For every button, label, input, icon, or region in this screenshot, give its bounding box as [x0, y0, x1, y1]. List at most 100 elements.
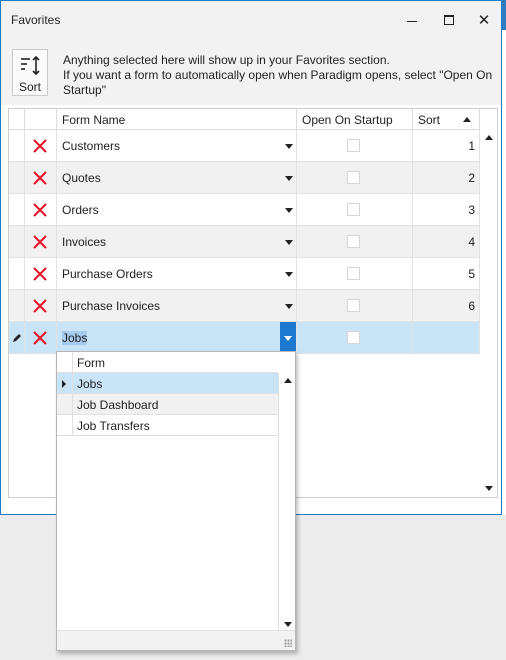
delete-icon	[33, 299, 47, 313]
form-name-cell[interactable]: Purchase Invoices	[57, 290, 297, 322]
delete-icon	[33, 139, 47, 153]
open-on-startup-checkbox[interactable]	[347, 139, 360, 152]
delete-column-header	[25, 109, 57, 130]
background-app-accent	[502, 0, 506, 30]
row-indicator[interactable]	[9, 322, 25, 354]
row-indicator[interactable]	[9, 226, 25, 258]
chevron-down-icon[interactable]	[285, 240, 293, 245]
form-name-value: Purchase Orders	[62, 267, 153, 281]
form-name-value: Orders	[62, 203, 99, 217]
row-indicator[interactable]	[9, 258, 25, 290]
open-on-startup-checkbox[interactable]	[347, 235, 360, 248]
scroll-up-icon[interactable]	[485, 135, 493, 140]
form-name-combobox[interactable]: Jobs	[57, 322, 297, 354]
delete-cell[interactable]	[25, 322, 57, 354]
delete-cell[interactable]	[25, 258, 57, 290]
sort-icon	[21, 55, 40, 76]
sort-value: 1	[468, 139, 475, 153]
scroll-down-icon[interactable]	[284, 622, 292, 627]
form-name-value: Customers	[62, 139, 121, 153]
row-indicator[interactable]	[9, 130, 25, 162]
sort-value: 5	[468, 267, 475, 281]
chevron-down-icon[interactable]	[285, 144, 293, 149]
delete-cell[interactable]	[25, 130, 57, 162]
sort-button[interactable]: Sort	[12, 49, 48, 96]
delete-cell[interactable]	[25, 162, 57, 194]
sort-value: 4	[468, 235, 475, 249]
row-indicator[interactable]	[9, 290, 25, 322]
form-name-value: Invoices	[62, 235, 107, 249]
sort-value: 6	[468, 299, 475, 313]
current-row-pointer-icon	[62, 380, 66, 388]
chevron-down-icon[interactable]	[285, 304, 293, 309]
sort-ascending-icon	[463, 117, 471, 122]
dropdown-header-row: Form	[57, 352, 278, 373]
delete-icon	[33, 235, 47, 249]
dropdown-header-label: Form	[77, 356, 105, 370]
table-row[interactable]: Customers 1	[9, 130, 480, 162]
form-name-cell[interactable]: Purchase Orders	[57, 258, 297, 290]
open-on-startup-cell	[297, 290, 413, 322]
column-header-form-name[interactable]: Form Name	[57, 109, 297, 130]
table-row[interactable]: Orders 3	[9, 194, 480, 226]
minimize-button[interactable]	[397, 7, 427, 33]
row-indicator[interactable]	[9, 162, 25, 194]
dropdown-scrollbar[interactable]	[278, 373, 295, 631]
info-line-2: If you want a form to automatically open…	[63, 68, 493, 97]
delete-cell[interactable]	[25, 290, 57, 322]
toolbar: Sort Anything selected here will show up…	[1, 39, 501, 105]
open-on-startup-checkbox[interactable]	[347, 203, 360, 216]
sort-cell[interactable]: 2	[413, 162, 480, 194]
open-on-startup-cell	[297, 194, 413, 226]
delete-icon	[33, 203, 47, 217]
table-row[interactable]: Invoices 4	[9, 226, 480, 258]
delete-cell[interactable]	[25, 226, 57, 258]
scroll-down-icon[interactable]	[485, 486, 493, 491]
sort-cell[interactable]: 3	[413, 194, 480, 226]
dropdown-option[interactable]: Jobs	[57, 373, 278, 394]
open-on-startup-cell	[297, 130, 413, 162]
close-button[interactable]: ✕	[469, 7, 499, 33]
column-header-sort-label: Sort	[418, 113, 441, 127]
delete-icon	[33, 267, 47, 281]
sort-cell[interactable]: 1	[413, 130, 480, 162]
table-row-editing[interactable]: Jobs	[9, 322, 480, 354]
delete-cell[interactable]	[25, 194, 57, 226]
sort-cell[interactable]: 5	[413, 258, 480, 290]
resize-grip-icon[interactable]	[284, 639, 292, 647]
table-row[interactable]: Purchase Invoices 6	[9, 290, 480, 322]
chevron-down-icon[interactable]	[285, 208, 293, 213]
dropdown-button[interactable]	[280, 322, 296, 354]
form-name-cell[interactable]: Orders	[57, 194, 297, 226]
sort-cell[interactable]: 6	[413, 290, 480, 322]
form-dropdown-list: Form Jobs Job Dashboard Job Transfers	[56, 351, 296, 651]
open-on-startup-cell	[297, 258, 413, 290]
scroll-up-icon[interactable]	[284, 378, 292, 383]
form-name-cell[interactable]: Invoices	[57, 226, 297, 258]
column-header-open-on-startup[interactable]: Open On Startup	[297, 109, 413, 130]
maximize-icon	[444, 15, 454, 25]
form-name-value[interactable]: Jobs	[62, 331, 88, 345]
minimize-icon	[407, 20, 417, 22]
maximize-button[interactable]	[434, 7, 464, 33]
chevron-down-icon[interactable]	[285, 272, 293, 277]
open-on-startup-checkbox[interactable]	[347, 267, 360, 280]
open-on-startup-checkbox[interactable]	[347, 299, 360, 312]
form-name-cell[interactable]: Customers	[57, 130, 297, 162]
info-text: Anything selected here will show up in y…	[63, 53, 497, 98]
sort-cell[interactable]	[413, 322, 480, 354]
dropdown-option[interactable]: Job Dashboard	[57, 394, 278, 415]
chevron-down-icon[interactable]	[285, 176, 293, 181]
dropdown-option[interactable]: Job Transfers	[57, 415, 278, 436]
title-bar: Favorites ✕	[1, 1, 501, 39]
table-row[interactable]: Purchase Orders 5	[9, 258, 480, 290]
row-indicator[interactable]	[9, 194, 25, 226]
open-on-startup-checkbox[interactable]	[347, 331, 360, 344]
sort-cell[interactable]: 4	[413, 226, 480, 258]
row-indicator-header	[9, 109, 25, 130]
form-name-cell[interactable]: Quotes	[57, 162, 297, 194]
table-row[interactable]: Quotes 2	[9, 162, 480, 194]
grid-scrollbar[interactable]	[480, 109, 497, 497]
open-on-startup-checkbox[interactable]	[347, 171, 360, 184]
column-header-sort[interactable]: Sort	[413, 109, 480, 130]
